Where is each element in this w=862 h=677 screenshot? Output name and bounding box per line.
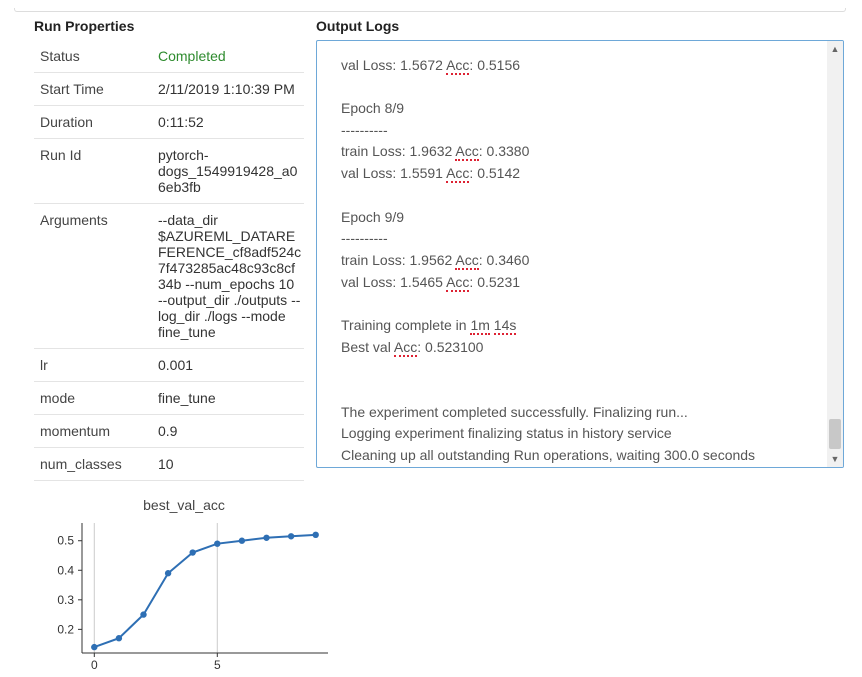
scroll-thumb[interactable]: [829, 419, 841, 449]
log-line: train Loss: 1.9562 Acc: 0.3460: [341, 250, 817, 272]
log-line: Epoch 9/9: [341, 207, 817, 229]
property-row: Start Time2/11/2019 1:10:39 PM: [34, 73, 304, 106]
output-logs-heading: Output Logs: [316, 18, 844, 34]
property-value: --data_dir $AZUREML_DATAREFERENCE_cf8adf…: [158, 212, 302, 340]
run-properties-heading: Run Properties: [34, 18, 304, 34]
log-line: train Loss: 1.9632 Acc: 0.3380: [341, 141, 817, 163]
page-root: Run Properties StatusCompletedStart Time…: [0, 0, 862, 666]
log-content: train Loss: 1.0100 Acc: 0.0210val Loss: …: [317, 41, 827, 467]
log-line: val Loss: 1.5672 Acc: 0.5156: [341, 55, 817, 77]
log-line: val Loss: 1.5465 Acc: 0.5231: [341, 272, 817, 294]
log-line: Epoch 8/9: [341, 98, 817, 120]
log-scrollbar[interactable]: ▲ ▼: [827, 41, 843, 467]
log-line: train Loss: 1.0100 Acc: 0.0210: [341, 41, 817, 55]
log-line: [341, 358, 817, 380]
log-line: [341, 185, 817, 207]
columns: Run Properties StatusCompletedStart Time…: [34, 18, 844, 677]
svg-text:0: 0: [91, 658, 98, 672]
property-row: Run Idpytorch-dogs_1549919428_a06eb3fb: [34, 139, 304, 204]
log-line: val Loss: 1.5591 Acc: 0.5142: [341, 163, 817, 185]
log-line: Logging experiment finalizing status in …: [341, 423, 817, 445]
property-row: Duration0:11:52: [34, 106, 304, 139]
property-row: momentum0.9: [34, 415, 304, 448]
property-key: Start Time: [40, 81, 158, 97]
property-key: momentum: [40, 423, 158, 439]
svg-text:0.5: 0.5: [57, 534, 74, 548]
property-value: 0.9: [158, 423, 302, 439]
property-key: Status: [40, 48, 158, 64]
log-line: Best val Acc: 0.523100: [341, 337, 817, 359]
panel-top-edge: [14, 8, 846, 12]
property-value: fine_tune: [158, 390, 302, 406]
property-key: lr: [40, 357, 158, 373]
log-output-box[interactable]: train Loss: 1.0100 Acc: 0.0210val Loss: …: [316, 40, 844, 468]
log-line: [341, 76, 817, 98]
log-line: The experiment completed successfully. F…: [341, 402, 817, 424]
property-value: 0.001: [158, 357, 302, 373]
run-properties-panel: Run Properties StatusCompletedStart Time…: [34, 18, 304, 677]
property-row: lr0.001: [34, 349, 304, 382]
log-line: [341, 293, 817, 315]
property-value: 0:11:52: [158, 114, 302, 130]
property-row: modefine_tune: [34, 382, 304, 415]
scroll-up-icon[interactable]: ▲: [827, 41, 843, 57]
property-key: Duration: [40, 114, 158, 130]
log-line: Training complete in 1m 14s: [341, 315, 817, 337]
chart-container: best_val_acc 0.2 0.3 0.4 0.5 0 5: [34, 497, 334, 677]
property-key: mode: [40, 390, 158, 406]
log-line: ----------: [341, 228, 817, 250]
status-value: Completed: [158, 48, 302, 64]
output-logs-panel: Output Logs train Loss: 1.0100 Acc: 0.02…: [316, 18, 844, 677]
property-key: Arguments: [40, 212, 158, 340]
log-line: ----------: [341, 120, 817, 142]
property-value: pytorch-dogs_1549919428_a06eb3fb: [158, 147, 302, 195]
property-value: 2/11/2019 1:10:39 PM: [158, 81, 302, 97]
scroll-down-icon[interactable]: ▼: [827, 451, 843, 467]
chart-title: best_val_acc: [34, 497, 334, 513]
property-value: 10: [158, 456, 302, 472]
log-line: [341, 380, 817, 402]
svg-text:5: 5: [214, 658, 221, 672]
properties-table: StatusCompletedStart Time2/11/2019 1:10:…: [34, 40, 304, 481]
log-line: Cleaning up all outstanding Run operatio…: [341, 445, 817, 467]
property-key: num_classes: [40, 456, 158, 472]
property-row: num_classes10: [34, 448, 304, 481]
svg-text:0.3: 0.3: [57, 593, 74, 607]
property-row: Arguments--data_dir $AZUREML_DATAREFEREN…: [34, 204, 304, 349]
svg-text:0.2: 0.2: [57, 622, 74, 636]
svg-text:0.4: 0.4: [57, 563, 74, 577]
best-val-acc-chart: 0.2 0.3 0.4 0.5 0 5: [34, 517, 334, 677]
property-row: StatusCompleted: [34, 40, 304, 73]
property-key: Run Id: [40, 147, 158, 195]
